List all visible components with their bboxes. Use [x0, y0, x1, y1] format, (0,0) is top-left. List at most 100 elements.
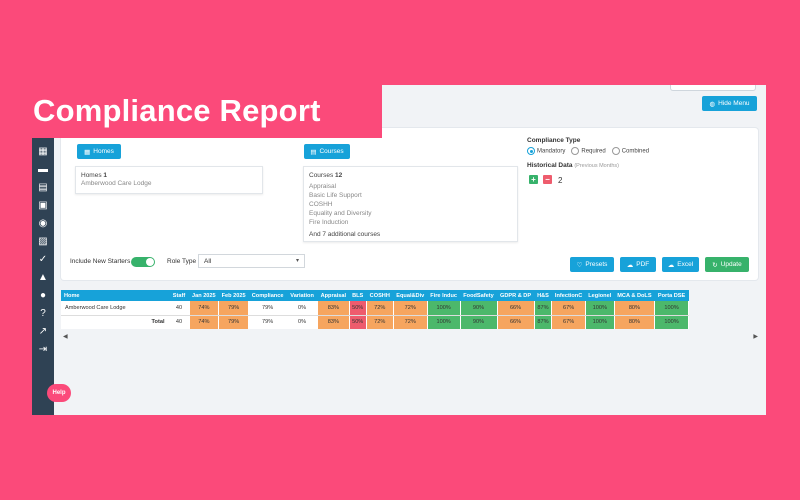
- table-cell: 0%: [286, 301, 319, 316]
- table-cell: 66%: [497, 301, 535, 316]
- compliance-table: Home Staff Jan 2025 Feb 2025 Compliance …: [61, 290, 690, 329]
- clipboard-icon[interactable]: ▤: [37, 182, 49, 194]
- book-icon[interactable]: ▨: [37, 236, 49, 248]
- col-header[interactable]: MCA & DoLS: [614, 290, 655, 301]
- course-item: Fire Induction: [309, 219, 349, 226]
- radio-required[interactable]: Required: [571, 147, 606, 155]
- include-new-starters-toggle[interactable]: [131, 257, 155, 267]
- table-header-row: Home Staff Jan 2025 Feb 2025 Compliance …: [61, 290, 689, 301]
- pdf-label: PDF: [636, 261, 650, 268]
- minus-icon[interactable]: −: [543, 175, 552, 184]
- presets-label: Presets: [585, 261, 608, 268]
- historical-data-hint: (Previous Months): [574, 163, 619, 169]
- table-cell: 100%: [427, 301, 461, 316]
- table-cell: 100%: [427, 315, 461, 329]
- include-new-starters-label: Include New Starters: [70, 258, 131, 265]
- homes-list: Homes 1 Amberwood Care Lodge: [75, 166, 263, 194]
- table-cell: 72%: [366, 301, 394, 316]
- table-cell: 90%: [460, 315, 498, 329]
- radio-mandatory-dot[interactable]: [527, 147, 535, 155]
- col-header[interactable]: BLS: [349, 290, 367, 301]
- presets-button[interactable]: ♡ Presets: [570, 257, 614, 272]
- certificate-icon[interactable]: ▣: [37, 200, 49, 212]
- check-circle-icon[interactable]: ✓: [37, 254, 49, 266]
- role-type-label: Role Type: [167, 258, 197, 265]
- sidebar: ▦ ▬ ▤ ▣ ◉ ▨ ✓ ▲ ● ? ↗ ⇥: [32, 138, 54, 415]
- row-home-name: Amberwood Care Lodge: [61, 301, 170, 316]
- course-item: Appraisal: [309, 183, 337, 190]
- list-icon: ▤: [310, 148, 317, 156]
- table-cell: 67%: [551, 315, 586, 329]
- top-search-box[interactable]: [670, 85, 756, 91]
- radio-mandatory-label: Mandatory: [537, 148, 566, 155]
- table-cell: 87%: [534, 301, 553, 316]
- calendar-icon[interactable]: ▦: [37, 146, 49, 158]
- question-icon[interactable]: ?: [37, 308, 49, 320]
- horizontal-scrollbar[interactable]: ◀ ▶: [63, 333, 758, 340]
- update-button[interactable]: ↻ Update: [705, 257, 749, 272]
- role-type-value: All: [204, 258, 212, 265]
- table-cell: 83%: [317, 301, 350, 316]
- col-header[interactable]: COSHH: [366, 290, 394, 301]
- radio-combined-dot[interactable]: [611, 147, 620, 155]
- table-body: Amberwood Care Lodge 40 74% 79% 79% 0% 83% 50% 7…: [61, 301, 690, 329]
- hide-menu-button[interactable]: ◍ Hide Menu: [702, 96, 757, 111]
- users-icon[interactable]: ◉: [37, 218, 49, 230]
- excel-button[interactable]: ☁ Excel: [662, 257, 699, 272]
- homes-button[interactable]: ▦ Homes: [77, 144, 121, 159]
- historical-data-title: Historical Data (Previous Months): [527, 162, 619, 169]
- user-icon[interactable]: ●: [37, 290, 49, 302]
- col-header[interactable]: Porta DSE: [654, 290, 689, 301]
- courses-more: And 7 additional courses: [309, 231, 381, 238]
- scroll-left-icon[interactable]: ◀: [63, 333, 68, 340]
- radio-mandatory[interactable]: Mandatory: [527, 147, 565, 155]
- col-header[interactable]: Equal&Div: [393, 290, 428, 301]
- homes-count: 1: [103, 172, 108, 179]
- help-button[interactable]: Help: [47, 384, 71, 402]
- col-header[interactable]: FoodSafety: [460, 290, 497, 301]
- radio-combined[interactable]: Combined: [611, 147, 650, 155]
- table-cell: 74%: [189, 301, 220, 316]
- trend-icon[interactable]: ↗: [37, 326, 49, 338]
- role-type-select[interactable]: All ▾: [198, 254, 305, 268]
- table-cell: 0%: [286, 315, 319, 329]
- courses-button-label: Courses: [319, 148, 344, 155]
- col-header[interactable]: Compliance: [248, 290, 287, 301]
- table-cell: 72%: [366, 315, 394, 329]
- col-header[interactable]: Feb 2025: [218, 290, 249, 301]
- col-header[interactable]: Home: [61, 290, 169, 301]
- col-header[interactable]: Jan 2025: [189, 290, 219, 301]
- table-cell: 40: [169, 315, 190, 329]
- col-header[interactable]: Legionel: [585, 290, 615, 301]
- col-header[interactable]: InfectionC: [551, 290, 586, 301]
- col-header[interactable]: Staff: [169, 290, 189, 301]
- table-cell: 90%: [460, 301, 498, 316]
- table-cell: 79%: [218, 315, 250, 329]
- update-label: Update: [720, 261, 742, 268]
- pdf-button[interactable]: ☁ PDF: [620, 257, 656, 272]
- excel-label: Excel: [677, 261, 694, 268]
- col-header[interactable]: H&S: [534, 290, 552, 301]
- logout-icon[interactable]: ⇥: [37, 344, 49, 356]
- courses-button[interactable]: ▤ Courses: [304, 144, 350, 159]
- table-cell: 72%: [393, 301, 428, 316]
- table-row: Amberwood Care Lodge 40 74% 79% 79% 0% 83% 50% 7…: [61, 301, 690, 316]
- courses-list: Courses 12 Appraisal Basic Life Support …: [303, 166, 518, 242]
- col-header[interactable]: GDPR & DP: [497, 290, 535, 301]
- table-cell: 100%: [654, 315, 690, 329]
- table-cell: 66%: [497, 315, 535, 329]
- folder-icon[interactable]: ▬: [37, 164, 49, 176]
- radio-required-dot[interactable]: [571, 147, 580, 155]
- col-header[interactable]: Appraisal: [317, 290, 350, 301]
- table-cell: 79%: [248, 301, 288, 316]
- homes-item: Amberwood Care Lodge: [81, 180, 152, 187]
- table-cell: 72%: [393, 315, 428, 329]
- plus-icon[interactable]: +: [529, 175, 538, 184]
- col-header[interactable]: Fire Induc: [427, 290, 460, 301]
- flask-icon[interactable]: ▲: [37, 272, 49, 284]
- scroll-right-icon[interactable]: ▶: [753, 333, 758, 340]
- table-cell: 80%: [614, 301, 656, 316]
- radio-combined-label: Combined: [621, 148, 650, 155]
- cloud-download-icon: ☁: [667, 261, 675, 269]
- col-header[interactable]: Variation: [286, 290, 318, 301]
